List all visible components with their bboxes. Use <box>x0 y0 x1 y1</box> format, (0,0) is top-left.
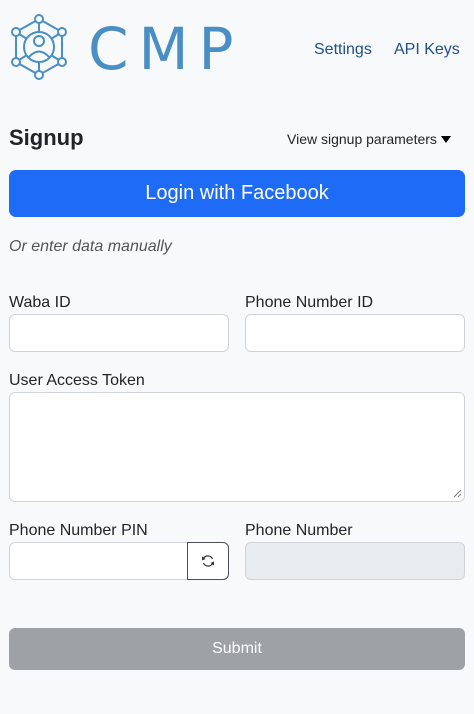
phone-number-id-input[interactable] <box>245 314 465 352</box>
logo-text[interactable]: CMP <box>88 14 244 84</box>
nav-api-keys-link[interactable]: API Keys <box>394 40 460 60</box>
params-toggle-label: View signup parameters <box>287 131 437 147</box>
phone-number-pin-label: Phone Number PIN <box>9 522 148 539</box>
page: CMP Settings API Keys Signup View signup… <box>0 0 474 714</box>
phone-number-pin-input[interactable] <box>9 542 188 580</box>
waba-id-label: Waba ID <box>9 294 71 311</box>
nav-settings-link[interactable]: Settings <box>314 40 372 60</box>
manual-entry-hint: Or enter data manually <box>9 238 172 255</box>
waba-id-input[interactable] <box>9 314 229 352</box>
refresh-pin-button[interactable] <box>187 542 229 580</box>
submit-button[interactable]: Submit <box>9 628 465 670</box>
page-title: Signup <box>9 125 84 150</box>
caret-down-icon <box>440 136 451 143</box>
phone-number-input <box>245 542 465 580</box>
view-signup-parameters-toggle[interactable]: View signup parameters <box>287 130 451 148</box>
login-with-facebook-button[interactable]: Login with Facebook <box>9 170 465 217</box>
resize-grip-icon[interactable] <box>452 488 462 498</box>
user-access-token-label: User Access Token <box>9 372 145 389</box>
phone-number-label: Phone Number <box>245 522 353 539</box>
network-person-icon <box>11 14 67 80</box>
refresh-icon <box>202 555 214 567</box>
user-access-token-textarea[interactable] <box>9 392 465 502</box>
phone-number-id-label: Phone Number ID <box>245 294 374 311</box>
